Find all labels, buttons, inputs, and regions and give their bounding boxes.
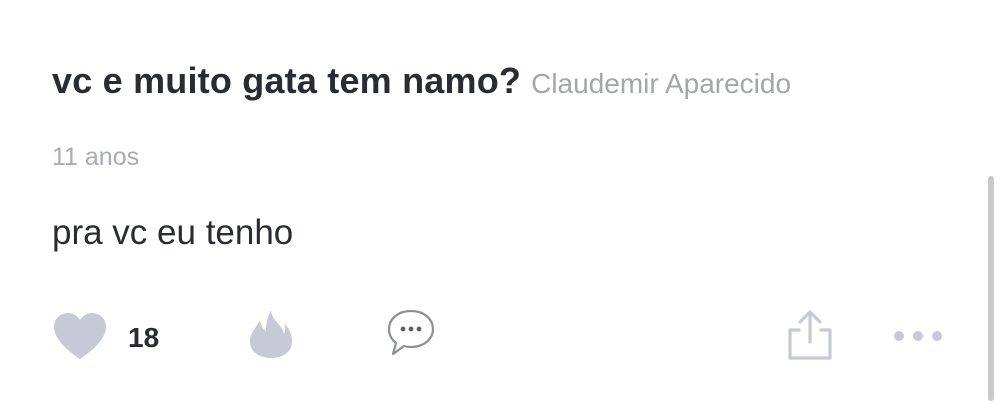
like-button[interactable]: 18	[52, 306, 172, 366]
answer-card: vc e muito gata tem namo? Claudemir Apare…	[52, 0, 952, 408]
action-bar: 18	[52, 306, 952, 366]
fire-icon[interactable]	[248, 308, 294, 360]
more-dots-icon[interactable]	[892, 326, 944, 346]
question-row: vc e muito gata tem namo? Claudemir Apare…	[52, 60, 791, 102]
answer-text: pra vc eu tenho	[52, 213, 294, 252]
heart-icon[interactable]	[52, 311, 108, 361]
author-name[interactable]: Claudemir Aparecido	[531, 68, 791, 99]
question-text: vc e muito gata tem namo?	[52, 60, 522, 101]
timestamp: 11 anos	[52, 143, 140, 171]
share-icon[interactable]	[785, 308, 835, 362]
scrollbar[interactable]	[988, 176, 994, 401]
like-count: 18	[128, 322, 160, 353]
speech-bubble-icon[interactable]	[386, 308, 436, 358]
